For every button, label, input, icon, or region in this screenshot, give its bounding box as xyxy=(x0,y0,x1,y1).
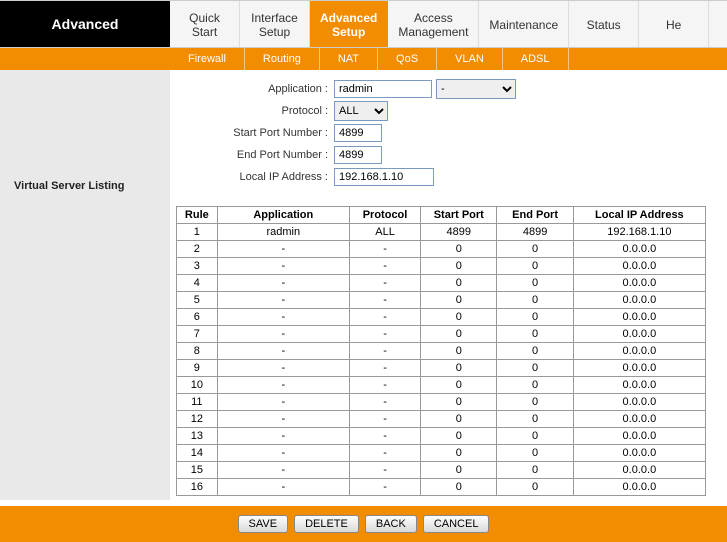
main-tab-maintenance[interactable]: Maintenance xyxy=(479,1,569,47)
sidebar: Virtual Server Listing xyxy=(0,70,170,500)
delete-button[interactable]: DELETE xyxy=(294,515,359,533)
sub-tab-routing[interactable]: Routing xyxy=(245,48,320,70)
table-row[interactable]: 3--000.0.0.0 xyxy=(177,258,706,275)
brand-label: Advanced xyxy=(0,1,170,47)
rules-table: RuleApplicationProtocolStart PortEnd Por… xyxy=(176,206,706,496)
main-tab-status[interactable]: Status xyxy=(569,1,639,47)
main-nav: QuickStartInterfaceSetupAdvancedSetupAcc… xyxy=(170,1,727,47)
table-row[interactable]: 14--000.0.0.0 xyxy=(177,445,706,462)
footer-bar: SAVE DELETE BACK CANCEL xyxy=(0,506,727,542)
table-row[interactable]: 8--000.0.0.0 xyxy=(177,343,706,360)
label-end-port: End Port Number : xyxy=(174,149,334,161)
main-tab-access[interactable]: AccessManagement xyxy=(388,1,479,47)
subnav-spacer xyxy=(0,48,170,70)
label-start-port: Start Port Number : xyxy=(174,127,334,139)
main-tab-interface[interactable]: InterfaceSetup xyxy=(240,1,310,47)
local-ip-input[interactable] xyxy=(334,168,434,186)
sidebar-section-label: Virtual Server Listing xyxy=(14,180,124,192)
sub-tab-nat[interactable]: NAT xyxy=(320,48,378,70)
back-button[interactable]: BACK xyxy=(365,515,417,533)
sub-tab-adsl[interactable]: ADSL xyxy=(503,48,569,70)
application-input[interactable] xyxy=(334,80,432,98)
sub-tab-vlan[interactable]: VLAN xyxy=(437,48,503,70)
main-tab-quick[interactable]: QuickStart xyxy=(170,1,240,47)
col-rule: Rule xyxy=(177,207,218,224)
top-bar: Advanced QuickStartInterfaceSetupAdvance… xyxy=(0,0,727,48)
col-end-port: End Port xyxy=(497,207,573,224)
end-port-input[interactable] xyxy=(334,146,382,164)
table-row[interactable]: 10--000.0.0.0 xyxy=(177,377,706,394)
protocol-select[interactable]: ALL xyxy=(334,101,388,121)
table-row[interactable]: 2--000.0.0.0 xyxy=(177,241,706,258)
table-row[interactable]: 13--000.0.0.0 xyxy=(177,428,706,445)
main-panel: Application : - Protocol : ALL Start Por… xyxy=(170,70,727,500)
sub-tab-firewall[interactable]: Firewall xyxy=(170,48,245,70)
col-application: Application xyxy=(217,207,349,224)
table-row[interactable]: 4--000.0.0.0 xyxy=(177,275,706,292)
table-row[interactable]: 5--000.0.0.0 xyxy=(177,292,706,309)
vs-form: Application : - Protocol : ALL Start Por… xyxy=(174,78,723,188)
application-select[interactable]: - xyxy=(436,79,516,99)
content: Virtual Server Listing Application : - P… xyxy=(0,70,727,500)
sub-tab-qos[interactable]: QoS xyxy=(378,48,437,70)
main-tab-he[interactable]: He xyxy=(639,1,709,47)
table-row[interactable]: 7--000.0.0.0 xyxy=(177,326,706,343)
table-row[interactable]: 16--000.0.0.0 xyxy=(177,479,706,496)
save-button[interactable]: SAVE xyxy=(238,515,289,533)
table-row[interactable]: 15--000.0.0.0 xyxy=(177,462,706,479)
start-port-input[interactable] xyxy=(334,124,382,142)
table-row[interactable]: 1radminALL48994899192.168.1.10 xyxy=(177,224,706,241)
col-local-ip-address: Local IP Address xyxy=(573,207,705,224)
table-row[interactable]: 12--000.0.0.0 xyxy=(177,411,706,428)
col-start-port: Start Port xyxy=(421,207,497,224)
table-row[interactable]: 6--000.0.0.0 xyxy=(177,309,706,326)
sub-nav: FirewallRoutingNATQoSVLANADSL xyxy=(0,48,727,70)
cancel-button[interactable]: CANCEL xyxy=(423,515,490,533)
table-row[interactable]: 9--000.0.0.0 xyxy=(177,360,706,377)
label-protocol: Protocol : xyxy=(174,105,334,117)
table-row[interactable]: 11--000.0.0.0 xyxy=(177,394,706,411)
label-application: Application : xyxy=(174,83,334,95)
label-local-ip: Local IP Address : xyxy=(174,171,334,183)
col-protocol: Protocol xyxy=(349,207,420,224)
main-tab-advanced[interactable]: AdvancedSetup xyxy=(310,1,388,47)
